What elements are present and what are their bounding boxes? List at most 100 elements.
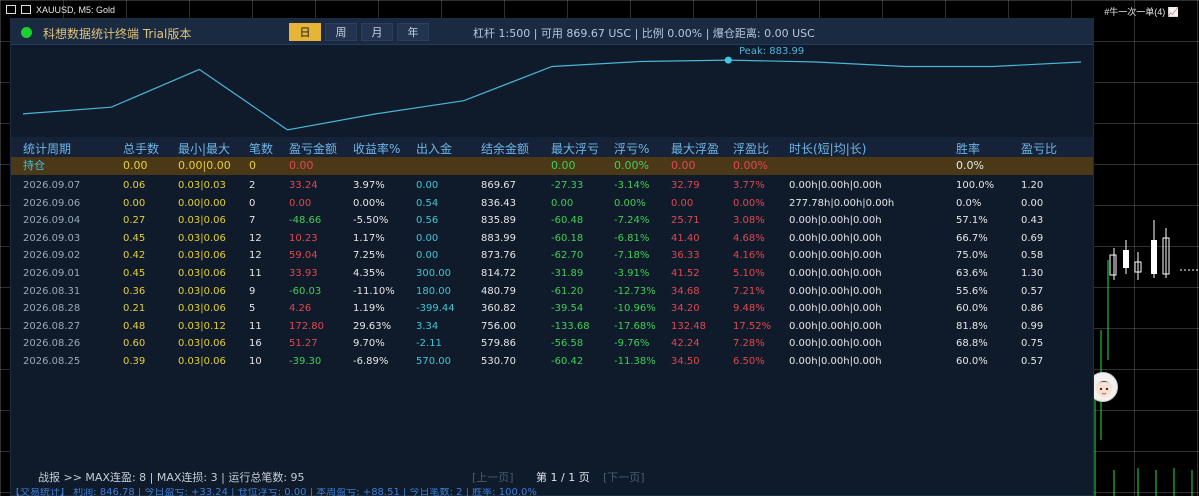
cell-pnl: 33.93: [289, 268, 318, 279]
cell-float-loss-pct: -12.73%: [614, 285, 656, 297]
cell-float-profit-ratio: 4.16%: [733, 250, 765, 262]
symbol-title: XAUUSD, M5: Gold: [36, 5, 116, 15]
column-header-pnl: 盈亏金额: [289, 142, 338, 156]
cell-period: 2026.09.06: [23, 197, 81, 209]
cell-deposit: 570.00: [416, 356, 451, 367]
cell-max-float-profit: 32.79: [671, 180, 700, 191]
cell-max-float-loss: -60.18: [551, 232, 584, 244]
table-row[interactable]: 2026.09.01 0.45 0.03|0.06 11 33.93 4.35% 300.0…: [11, 265, 1093, 283]
cell-count: 10: [249, 356, 262, 367]
cell-float-loss-pct: -3.14%: [614, 180, 650, 191]
holding-row[interactable]: 持仓 0.00 0.00|0.00 0 0.00 0.00 0.00% 0.00 0.00% 0.…: [11, 157, 1093, 175]
cell-win-rate: 75.0%: [956, 250, 988, 262]
cell-deposit: 3.34: [416, 320, 439, 332]
cell-return: 0.00%: [353, 197, 385, 209]
cell-lots: 0.48: [123, 320, 146, 332]
cell-max-float-profit: 41.52: [671, 268, 700, 279]
cell-float-profit-ratio: 9.48%: [733, 303, 765, 315]
cell-duration: 0.00h|0.00h|0.00h: [789, 232, 882, 244]
cell-max-float-profit: 132.48: [671, 320, 706, 332]
page-indicator: 第 1 / 1 页: [536, 471, 590, 484]
table-row[interactable]: 2026.08.27 0.48 0.03|0.12 11 172.80 29.63% 3.3…: [11, 318, 1093, 336]
column-header-deposit: 出入金: [416, 142, 453, 156]
cell-float-loss-pct: -9.76%: [614, 338, 650, 350]
column-header-balance: 结余金额: [481, 142, 530, 156]
column-header-max-float-loss: 最大浮亏: [551, 142, 600, 156]
cell-pnl: 4.26: [289, 303, 312, 315]
cell-count: 5: [249, 303, 256, 315]
table-header: 统计周期 总手数 最小|最大 笔数 盈亏金额 收益率% 出入金 结余金额 最大浮亏 浮亏% 最大浮盈…: [11, 137, 1093, 157]
cell-min-max: 0.03|0.06: [178, 285, 226, 297]
cell-float-profit-ratio: 0.00%: [733, 159, 768, 172]
cell-period: 2026.09.07: [23, 180, 81, 191]
cell-pl-ratio: 0.86: [1021, 303, 1044, 315]
cell-return: 7.25%: [353, 250, 385, 262]
cell-float-loss-pct: -6.81%: [614, 232, 650, 244]
table-row[interactable]: 2026.09.07 0.06 0.03|0.03 2 33.24 3.97% 0.00 86…: [11, 177, 1093, 195]
cell-count: 7: [249, 215, 256, 227]
cell-period: 2026.08.28: [23, 303, 81, 315]
cell-min-max: 0.03|0.06: [178, 356, 226, 367]
cell-deposit: 300.00: [416, 268, 451, 279]
cell-lots: 0.42: [123, 250, 146, 262]
cell-duration: 0.00h|0.00h|0.00h: [789, 268, 882, 279]
cell-pl-ratio: 0.69: [1021, 232, 1044, 244]
table-row[interactable]: 2026.08.26 0.60 0.03|0.06 16 51.27 9.70% -2.11…: [11, 335, 1093, 353]
cell-deposit: 0.00: [416, 180, 439, 191]
table-row[interactable]: 2026.09.03 0.45 0.03|0.06 12 10.23 1.17% 0.00 8…: [11, 230, 1093, 248]
cell-pl-ratio: 0.00: [1021, 197, 1044, 209]
cell-pl-ratio: 0.99: [1021, 320, 1044, 332]
table-row[interactable]: 2026.09.02 0.42 0.03|0.06 12 59.04 7.25% 0.00 8…: [11, 247, 1093, 265]
cell-duration: 0.00h|0.00h|0.00h: [789, 303, 882, 315]
tab-month[interactable]: 月: [361, 23, 393, 41]
cell-float-loss-pct: -7.24%: [614, 215, 650, 227]
prev-page-button[interactable]: [上一页]: [472, 469, 514, 485]
cell-deposit: 0.00: [416, 250, 439, 262]
cell-pnl: 51.27: [289, 338, 318, 350]
cell-float-profit-ratio: 6.50%: [733, 356, 765, 367]
window-icon: [6, 5, 16, 14]
cell-pnl: 33.24: [289, 180, 318, 191]
cell-count: 11: [249, 268, 262, 279]
cell-max-float-profit: 42.24: [671, 338, 700, 350]
cell-win-rate: 0.0%: [956, 159, 984, 172]
cell-pl-ratio: 1.20: [1021, 180, 1044, 191]
cell-max-float-profit: 41.40: [671, 232, 700, 244]
cell-period: 2026.09.03: [23, 232, 81, 244]
cell-max-float-profit: 0.00: [671, 197, 694, 209]
cell-lots: 0.36: [123, 285, 146, 297]
cell-count: 0: [249, 159, 256, 172]
cell-duration: 0.00h|0.00h|0.00h: [789, 180, 882, 191]
cell-pnl: 172.80: [289, 320, 324, 332]
table-row[interactable]: 2026.09.06 0.00 0.00|0.00 0 0.00 0.00% 0.54 836…: [11, 195, 1093, 213]
footer-bar: 战报 >> MAX连盈: 8 | MAX连损: 3 | 运行总笔数: 95 [上…: [11, 465, 1093, 485]
table-row[interactable]: 2026.08.28 0.21 0.03|0.06 5 4.26 1.19% -399.44…: [11, 300, 1093, 318]
cell-max-float-profit: 34.20: [671, 303, 700, 315]
table-row[interactable]: 2026.08.25 0.39 0.03|0.06 10 -39.30 -6.89% 570…: [11, 353, 1093, 371]
column-header-win-rate: 胜率: [956, 142, 981, 156]
cell-count: 11: [249, 320, 262, 332]
table-row[interactable]: 2026.09.04 0.27 0.03|0.06 7 -48.66 -5.50% 0.56…: [11, 212, 1093, 230]
cell-max-float-loss: -60.48: [551, 215, 584, 227]
cell-period: 2026.08.27: [23, 320, 81, 332]
tab-week[interactable]: 周: [325, 23, 357, 41]
cell-min-max: 0.03|0.12: [178, 320, 226, 332]
column-header-return: 收益率%: [353, 142, 401, 156]
table-row[interactable]: 2026.08.31 0.36 0.03|0.06 9 -60.03 -11.10% 180…: [11, 283, 1093, 301]
cell-pl-ratio: 1.30: [1021, 268, 1044, 279]
next-page-button[interactable]: [下一页]: [603, 469, 645, 485]
ea-label: #牛一次一单(4) 📈: [1104, 7, 1179, 17]
cell-period: 2026.08.31: [23, 285, 81, 297]
cell-float-loss-pct: 0.00%: [614, 197, 646, 209]
cell-lots: 0.21: [123, 303, 146, 315]
column-header-pl-ratio: 盈亏比: [1021, 142, 1058, 156]
peak-marker: [724, 56, 732, 64]
cell-min-max: 0.03|0.06: [178, 215, 226, 227]
cell-win-rate: 60.0%: [956, 356, 988, 367]
cell-win-rate: 0.0%: [956, 197, 982, 209]
column-header-float-profit-ratio: 浮盈比: [733, 142, 770, 156]
tab-day[interactable]: 日: [289, 23, 321, 41]
cell-duration: 277.78h|0.00h|0.00h: [789, 197, 895, 209]
cell-pnl: 10.23: [289, 232, 318, 244]
tab-year[interactable]: 年: [397, 23, 429, 41]
